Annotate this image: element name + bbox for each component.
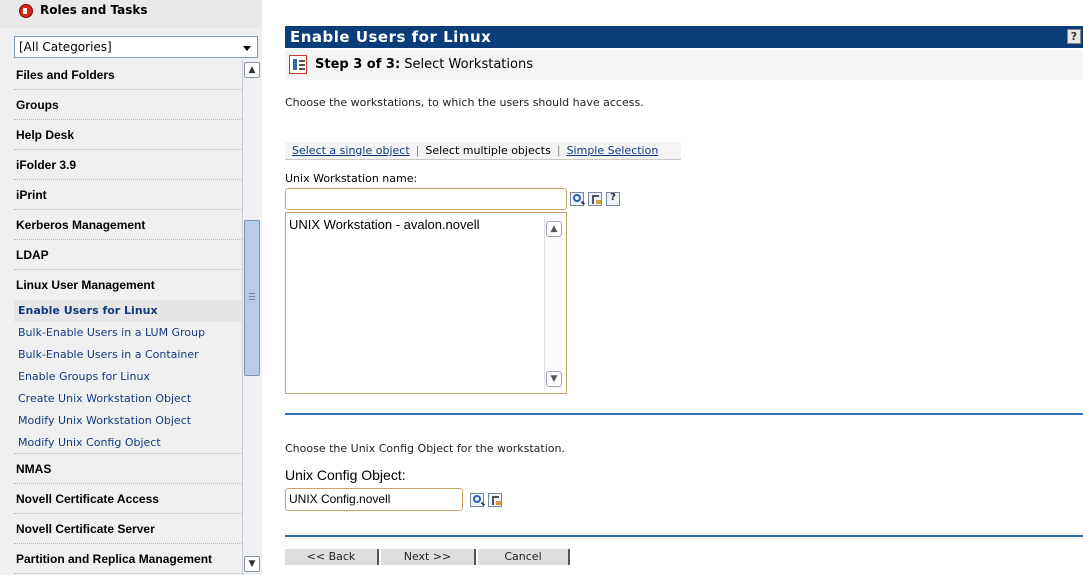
wizard-icon <box>289 55 307 74</box>
selected-workstations-list[interactable]: UNIX Workstation - avalon.novell ▲ ▼ <box>285 212 567 394</box>
task-bulk-enable-users-container[interactable]: Bulk-Enable Users in a Container <box>14 344 242 366</box>
section-divider <box>285 413 1083 415</box>
selection-mode-tabs: Select a single object | Select multiple o… <box>285 142 681 160</box>
role-item-files-and-folders[interactable]: Files and Folders <box>14 60 242 90</box>
wizard-step-bar: Step 3 of 3: Select Workstations <box>285 50 1083 80</box>
back-button[interactable]: << Back <box>285 549 379 565</box>
role-item-partition-replica[interactable]: Partition and Replica Management <box>14 544 242 574</box>
role-item-iprint[interactable]: iPrint <box>14 180 242 210</box>
task-enable-users-for-linux[interactable]: Enable Users for Linux <box>14 300 242 322</box>
object-browser-icon[interactable] <box>588 192 602 206</box>
task-create-unix-workstation[interactable]: Create Unix Workstation Object <box>14 388 242 410</box>
scrollbar-thumb[interactable] <box>244 220 260 376</box>
page-title-bar: Enable Users for Linux ? <box>285 26 1083 48</box>
scroll-up-icon[interactable]: ▲ <box>546 221 562 237</box>
list-item[interactable]: UNIX Workstation - avalon.novell <box>289 217 480 232</box>
section-divider <box>285 535 1083 537</box>
collapse-panel-icon[interactable] <box>19 4 33 18</box>
tab-simple-selection[interactable]: Simple Selection <box>567 144 659 157</box>
tab-separator: | <box>556 144 561 157</box>
search-icon[interactable] <box>470 493 484 507</box>
next-button[interactable]: Next >> <box>381 549 476 565</box>
config-object-value: UNIX Config.novell <box>289 492 391 506</box>
role-item-certificate-access[interactable]: Novell Certificate Access <box>14 484 242 514</box>
role-item-ifolder[interactable]: iFolder 3.9 <box>14 150 242 180</box>
scroll-down-icon[interactable]: ▼ <box>244 556 260 572</box>
role-item-linux-user-management[interactable]: Linux User Management <box>14 270 242 300</box>
sidebar-scrollbar[interactable]: ▲ ▼ <box>242 60 260 575</box>
scroll-up-icon[interactable]: ▲ <box>244 62 260 78</box>
role-item-certificate-server[interactable]: Novell Certificate Server <box>14 514 242 544</box>
search-icon[interactable] <box>570 192 584 206</box>
tab-select-single-object[interactable]: Select a single object <box>292 144 410 157</box>
page-title: Enable Users for Linux <box>290 28 492 46</box>
cancel-button[interactable]: Cancel <box>478 549 570 565</box>
role-list: Files and Folders Groups Help Desk iFold… <box>14 60 242 575</box>
tab-select-multiple-objects: Select multiple objects <box>425 144 551 157</box>
task-modify-unix-workstation[interactable]: Modify Unix Workstation Object <box>14 410 242 432</box>
scroll-down-icon[interactable]: ▼ <box>546 371 562 387</box>
config-object-input[interactable]: UNIX Config.novell <box>285 488 463 511</box>
task-bulk-enable-users-lum-group[interactable]: Bulk-Enable Users in a LUM Group <box>14 322 242 344</box>
help-button[interactable]: ? <box>1067 29 1081 44</box>
workstation-field-label: Unix Workstation name: <box>285 172 418 185</box>
category-select-value: [All Categories] <box>19 40 112 54</box>
workstation-name-input[interactable] <box>285 188 567 210</box>
step-number: Step 3 of 3: <box>315 57 401 72</box>
role-item-groups[interactable]: Groups <box>14 90 242 120</box>
roles-and-tasks-panel: Roles and Tasks [All Categories] Files a… <box>0 0 262 575</box>
config-description: Choose the Unix Config Object for the wo… <box>285 442 565 455</box>
object-browser-icon[interactable] <box>488 493 502 507</box>
step-indicator: Step 3 of 3: Select Workstations <box>315 57 533 72</box>
category-select[interactable]: [All Categories] <box>14 36 258 58</box>
role-item-kerberos-management[interactable]: Kerberos Management <box>14 210 242 240</box>
tab-separator: | <box>415 144 420 157</box>
step-title: Select Workstations <box>404 57 533 72</box>
workstation-description: Choose the workstations, to which the us… <box>285 96 644 109</box>
roles-and-tasks-title: Roles and Tasks <box>40 3 148 17</box>
role-item-nmas[interactable]: NMAS <box>14 454 242 484</box>
help-icon[interactable]: ? <box>606 192 620 206</box>
config-field-label: Unix Config Object: <box>285 467 406 483</box>
roles-and-tasks-header[interactable]: Roles and Tasks <box>0 0 262 28</box>
task-enable-groups-for-linux[interactable]: Enable Groups for Linux <box>14 366 242 388</box>
list-scrollbar[interactable]: ▲ ▼ <box>544 217 562 389</box>
task-modify-unix-config[interactable]: Modify Unix Config Object <box>14 432 242 454</box>
role-item-ldap[interactable]: LDAP <box>14 240 242 270</box>
grip-icon <box>249 293 255 300</box>
chevron-down-icon[interactable] <box>243 46 251 51</box>
role-item-help-desk[interactable]: Help Desk <box>14 120 242 150</box>
